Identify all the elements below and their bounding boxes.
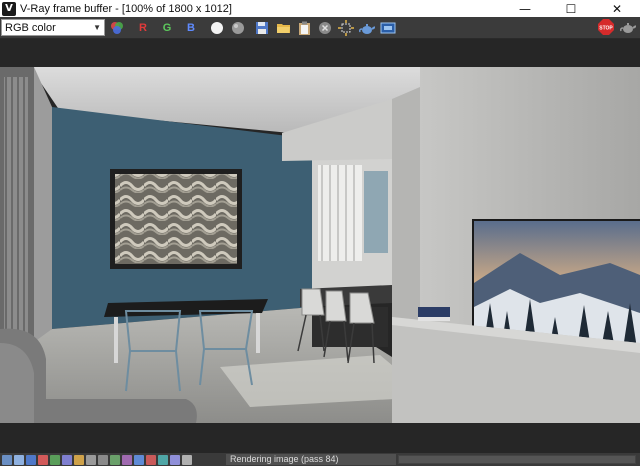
info-icon[interactable]	[26, 454, 36, 465]
save-icon[interactable]	[253, 19, 271, 37]
clear-image-icon[interactable]	[316, 19, 334, 37]
status-bar: Rendering image (pass 84)	[0, 453, 640, 466]
chevron-down-icon: ▼	[93, 23, 101, 32]
white-circle-icon[interactable]	[208, 19, 226, 37]
rendered-image	[0, 67, 640, 423]
grey-circle-icon[interactable]	[229, 19, 247, 37]
lens-effects-icon[interactable]	[379, 19, 397, 37]
ocio-icon[interactable]	[158, 454, 168, 465]
blue-channel-button[interactable]: B	[182, 19, 200, 37]
minimize-button[interactable]: —	[502, 0, 548, 17]
gear-icon[interactable]	[98, 454, 108, 465]
toolbar-right: STOP	[598, 19, 637, 38]
exposure-icon[interactable]	[74, 454, 84, 465]
stamp-icon[interactable]	[146, 454, 156, 465]
flip-icon[interactable]	[170, 454, 180, 465]
color-channels-icon[interactable]	[108, 19, 126, 37]
render-teapot-icon[interactable]	[620, 19, 637, 38]
red-channel-button[interactable]: R	[134, 19, 152, 37]
toggle-panel-icon[interactable]	[2, 454, 12, 465]
curve-icon[interactable]	[62, 454, 72, 465]
levels-icon[interactable]	[50, 454, 60, 465]
open-folder-icon[interactable]	[274, 19, 292, 37]
lut-icon[interactable]	[122, 454, 132, 465]
color-correction-icon[interactable]	[38, 454, 48, 465]
pixel-info-icon[interactable]	[182, 454, 192, 465]
channel-select[interactable]: RGB color ▼	[1, 19, 105, 36]
window-controls: — ☐ ✕	[502, 0, 640, 17]
window-title: V-Ray frame buffer - [100% of 1800 x 101…	[20, 2, 232, 15]
image-viewer[interactable]	[0, 39, 640, 453]
status-text: Rendering image (pass 84)	[226, 454, 396, 465]
stop-render-icon[interactable]: STOP	[598, 19, 614, 38]
compare-icon[interactable]	[110, 454, 120, 465]
histogram-icon[interactable]	[134, 454, 144, 465]
maximize-button[interactable]: ☐	[548, 0, 594, 17]
toolbar: RGB color ▼ R G B STOP	[0, 17, 640, 39]
title-bar: V V-Ray frame buffer - [100% of 1800 x 1…	[0, 0, 640, 17]
vray-logo-icon: V	[2, 1, 16, 16]
green-channel-button[interactable]: G	[158, 19, 176, 37]
channel-select-value: RGB color	[5, 21, 56, 34]
history-icon[interactable]	[14, 454, 24, 465]
svg-text:STOP: STOP	[599, 26, 613, 32]
teapot-icon[interactable]	[358, 19, 376, 37]
white-balance-icon[interactable]	[86, 454, 96, 465]
close-button[interactable]: ✕	[594, 0, 640, 17]
render-progress-bar	[398, 455, 636, 464]
region-render-icon[interactable]	[337, 19, 355, 37]
clipboard-icon[interactable]	[295, 19, 313, 37]
